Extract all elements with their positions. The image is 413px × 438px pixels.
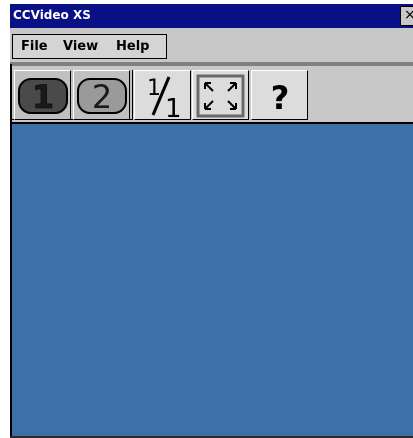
menu-help[interactable]: Help — [116, 39, 149, 54]
menu-bar: File View Help — [10, 30, 413, 60]
app-window: CCVideo XS × File View Help 1 2 — [10, 4, 413, 438]
menu-frame: File View Help — [12, 34, 167, 59]
help-icon: ? — [271, 79, 290, 117]
fullscreen-button[interactable] — [192, 70, 249, 120]
menu-file[interactable]: File — [21, 39, 48, 54]
window-title: CCVideo XS — [13, 8, 91, 22]
close-button[interactable]: × — [400, 6, 413, 26]
video-viewport[interactable] — [10, 124, 413, 438]
svg-text:1: 1 — [165, 94, 182, 121]
help-label: ? — [271, 79, 290, 117]
camera-1-label: 1 — [32, 78, 54, 116]
camera-2-button[interactable]: 2 — [73, 70, 130, 120]
camera-1-icon: 1 — [18, 78, 68, 116]
window-left-border — [10, 64, 12, 438]
close-icon: × — [404, 7, 413, 23]
fullscreen-icon — [196, 74, 245, 118]
camera-2-icon: 2 — [77, 78, 127, 116]
menu-view[interactable]: View — [63, 39, 98, 54]
actual-size-button[interactable]: 1 1 — [134, 70, 191, 121]
toolbar: 1 2 1 1 ? — [10, 66, 413, 122]
help-button[interactable]: ? — [251, 70, 308, 120]
title-bar: CCVideo XS × — [10, 4, 413, 28]
camera-1-button[interactable]: 1 — [14, 70, 71, 120]
actual-size-icon: 1 1 — [147, 76, 182, 121]
camera-2-label: 2 — [92, 78, 112, 116]
